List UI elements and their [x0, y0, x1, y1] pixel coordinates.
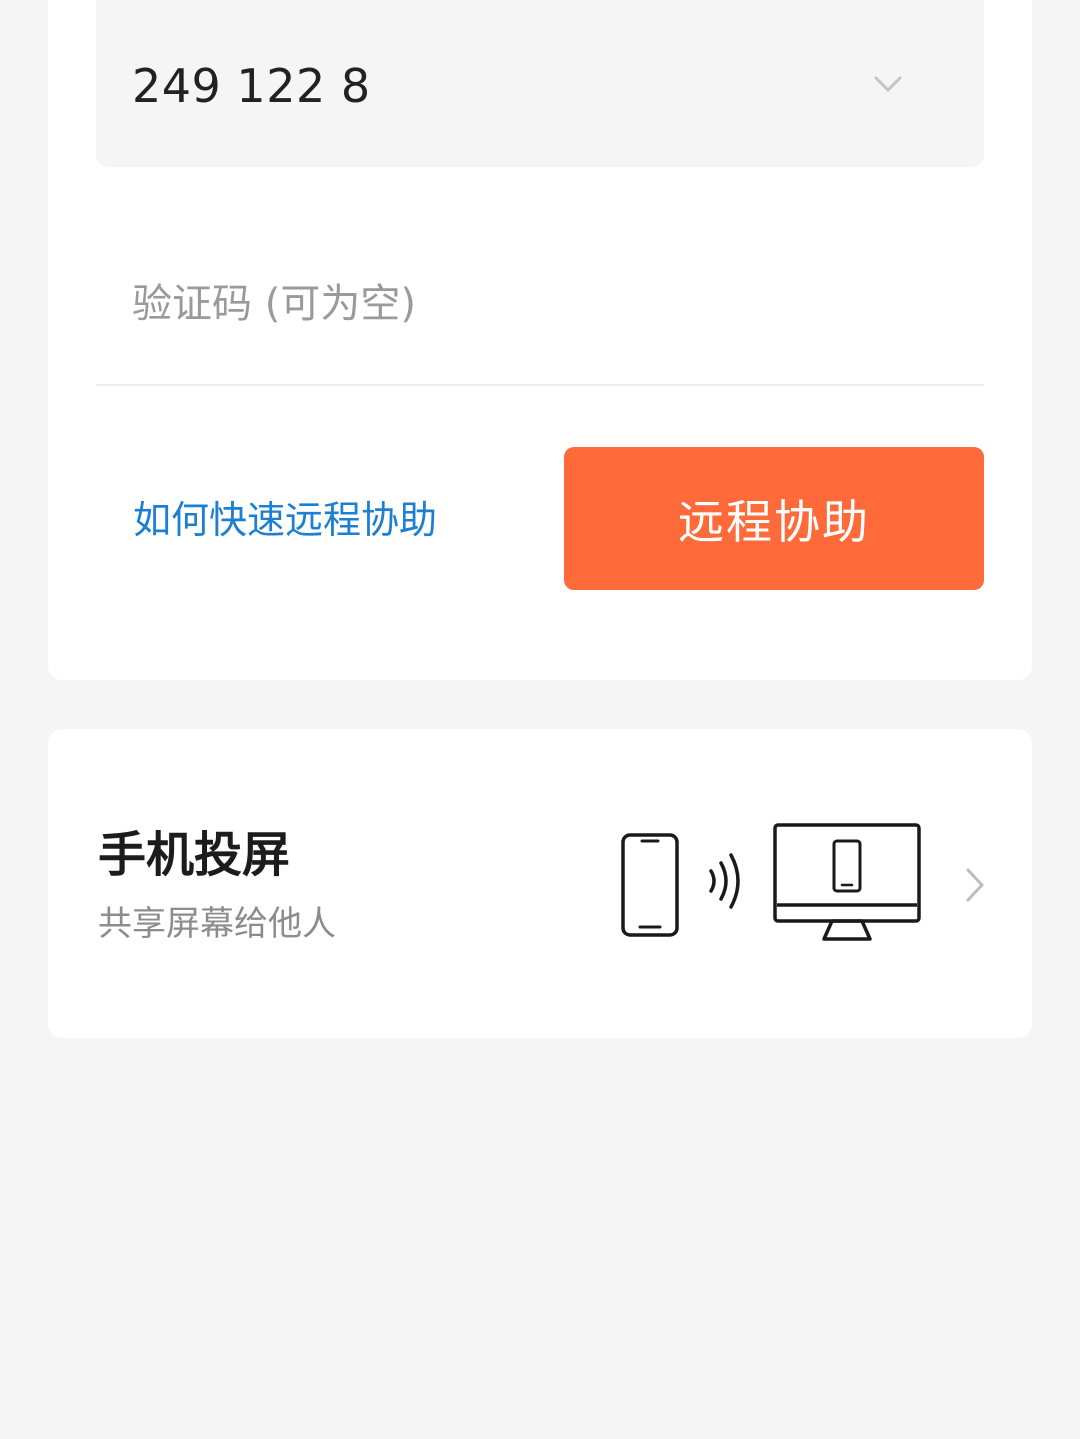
- screen-mirror-card[interactable]: 手机投屏 共享屏幕给他人: [48, 729, 1032, 1038]
- monitor-icon: [773, 823, 921, 941]
- verification-code-input[interactable]: [132, 274, 932, 334]
- wireless-signal-icon: [709, 853, 740, 909]
- chevron-right-icon: [966, 868, 984, 902]
- screen-mirror-subtitle: 共享屏幕给他人: [98, 904, 336, 944]
- verification-code-field: [96, 250, 984, 386]
- phone-to-monitor-illustration: [621, 823, 921, 941]
- page: 249 122 8 如何快速远程协助 远程协助 手机投屏 共享屏幕给他人: [0, 0, 1080, 1439]
- how-to-remote-assist-link[interactable]: 如何快速远程协助: [133, 494, 437, 546]
- device-id-dropdown[interactable]: 249 122 8: [96, 0, 984, 167]
- phone-icon: [621, 833, 679, 937]
- device-id-value: 249 122 8: [132, 59, 371, 113]
- chevron-down-icon[interactable]: [870, 66, 906, 102]
- screen-mirror-title: 手机投屏: [98, 827, 291, 883]
- remote-assist-button[interactable]: 远程协助: [564, 447, 984, 590]
